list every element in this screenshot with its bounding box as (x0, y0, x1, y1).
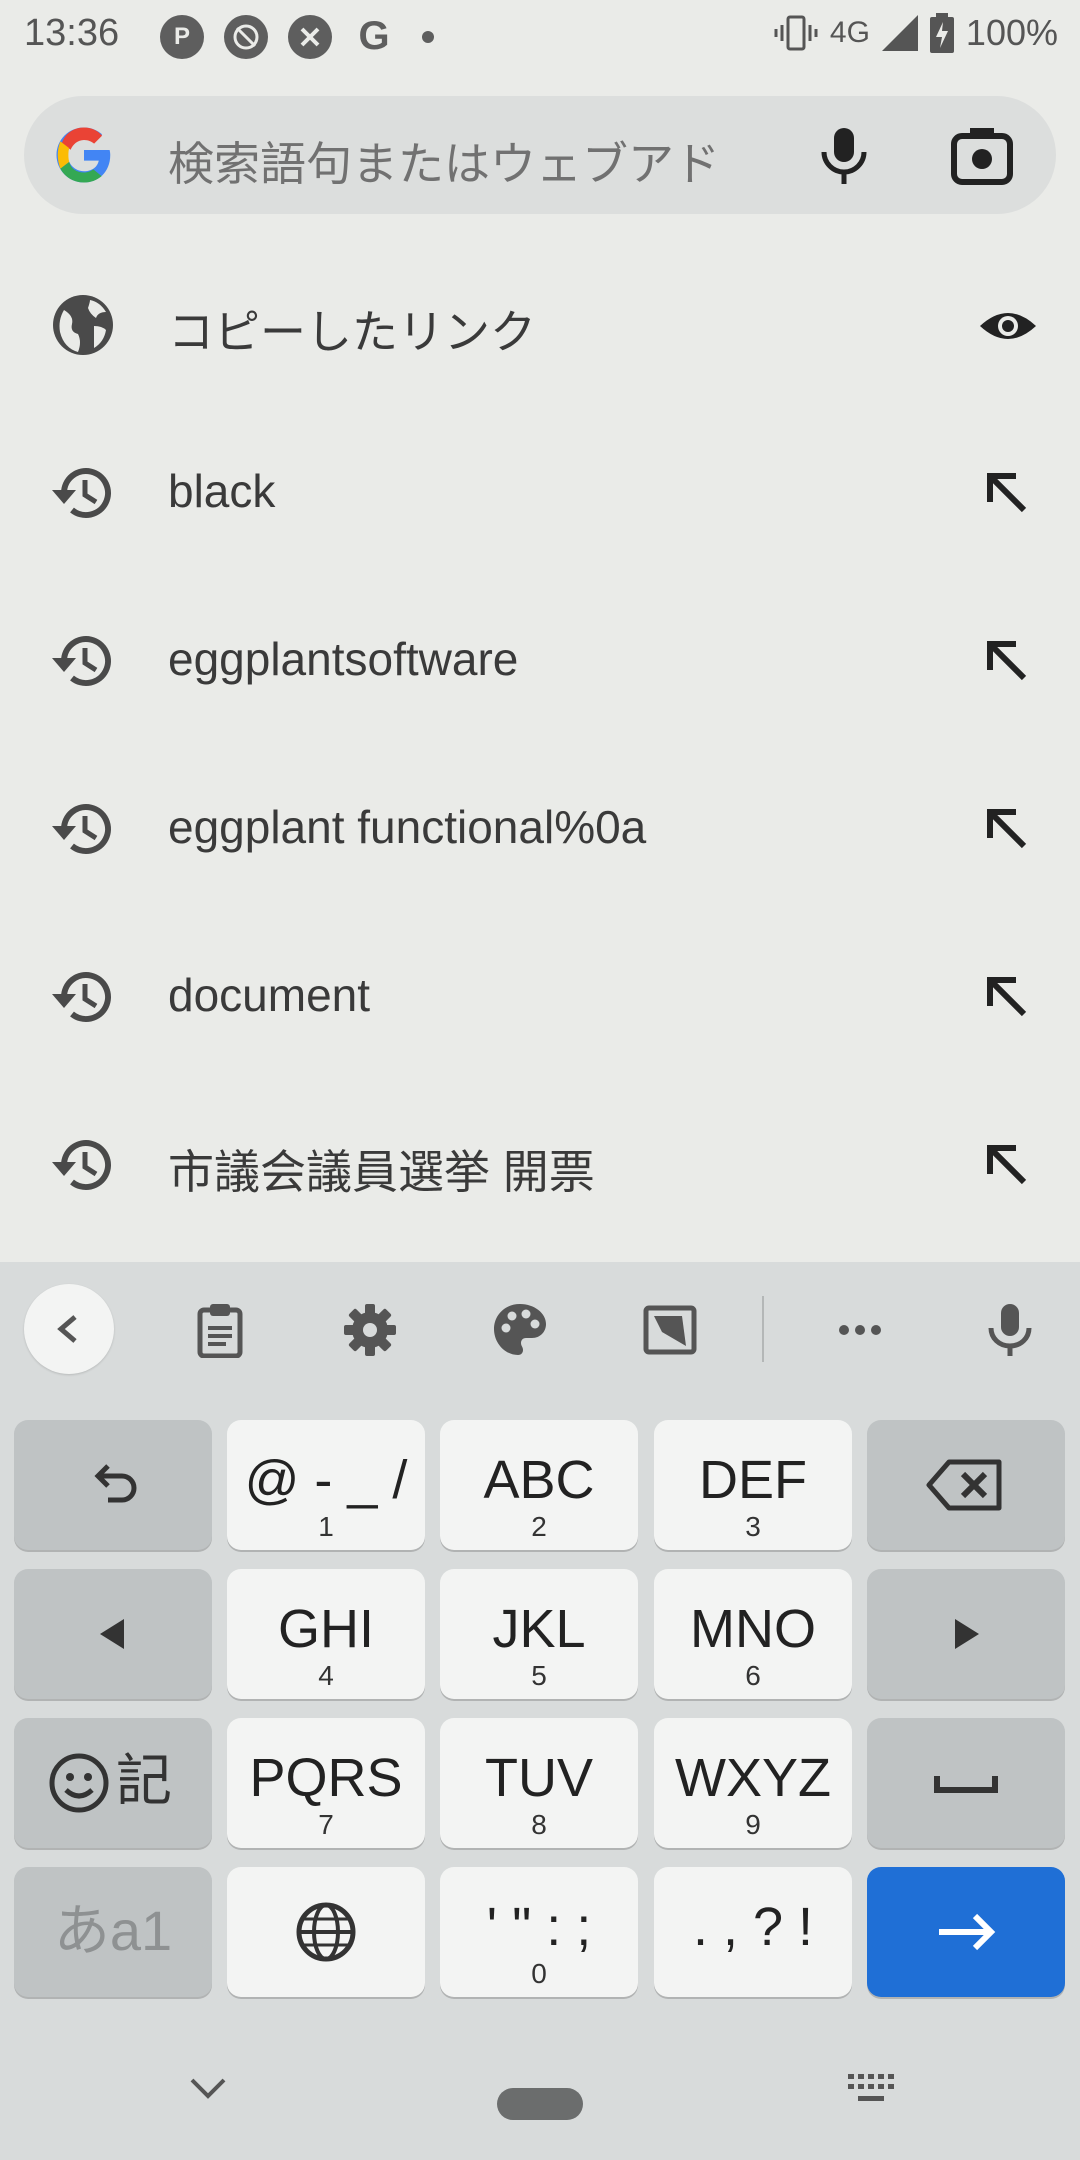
no-location-icon (224, 14, 268, 59)
history-icon (52, 972, 111, 1023)
status-time: 13:36 (24, 12, 120, 54)
undo-icon (94, 1464, 137, 1503)
search-bar[interactable]: 検索語句またはウェブアド (24, 96, 1056, 214)
emoji-icon (49, 1753, 109, 1813)
toolbar-divider (762, 1296, 764, 1362)
vibrate-icon (774, 15, 818, 51)
google-logo-icon (56, 127, 111, 183)
enter-arrow-icon (939, 1913, 996, 1951)
chevron-down-icon[interactable] (186, 2066, 230, 2110)
arrow-up-left-icon[interactable] (978, 632, 1038, 692)
key-6[interactable]: MNO 6 (654, 1569, 852, 1699)
arrow-up-left-icon[interactable] (978, 968, 1038, 1028)
eye-icon[interactable] (974, 296, 1042, 356)
suggestion-item[interactable]: black (0, 408, 1080, 576)
signal-icon (881, 15, 918, 51)
key-0[interactable]: ' " : ; 0 (440, 1867, 638, 1997)
left-arrow-icon (100, 1619, 124, 1649)
history-icon (52, 636, 111, 687)
right-arrow-icon (955, 1619, 979, 1649)
palette-icon[interactable] (492, 1302, 548, 1358)
language-key[interactable] (227, 1867, 425, 1997)
camera-icon[interactable] (950, 126, 1014, 186)
key-5[interactable]: JKL 5 (440, 1569, 638, 1699)
key-4[interactable]: GHI 4 (227, 1569, 425, 1699)
input-mode-key[interactable]: あa1 (14, 1867, 212, 1997)
crop-icon[interactable] (642, 1302, 698, 1358)
suggestion-copied-link[interactable]: コピーしたリンク (0, 240, 1080, 408)
arrow-up-left-icon[interactable] (978, 1136, 1038, 1196)
navigation-bar (0, 2026, 1080, 2160)
suggestion-label: 市議会議員選挙 開票 (168, 1146, 595, 1198)
suggestion-item[interactable]: eggplant functional%0a (0, 744, 1080, 912)
history-icon (52, 1140, 111, 1191)
history-icon (52, 804, 111, 855)
key-3[interactable]: DEF 3 (654, 1420, 852, 1550)
key-9[interactable]: WXYZ 9 (654, 1718, 852, 1848)
input-mode-label: あa1 (53, 1899, 173, 1962)
space-key[interactable] (867, 1718, 1065, 1848)
cursor-right-key[interactable] (867, 1569, 1065, 1699)
home-pill[interactable] (497, 2088, 583, 2120)
status-bar: 13:36 P G 4G 100% (0, 0, 1080, 72)
x-circle-icon (288, 14, 332, 59)
backspace-key[interactable] (867, 1420, 1065, 1550)
history-icon (52, 468, 111, 519)
kigou-label: 記 (116, 1749, 172, 1812)
notification-icons: P G (160, 14, 434, 59)
more-icon[interactable] (832, 1302, 888, 1358)
gear-icon[interactable] (342, 1302, 398, 1358)
suggestion-label: document (168, 969, 371, 1021)
chevron-left-icon[interactable] (24, 1284, 114, 1374)
key-8[interactable]: TUV 8 (440, 1718, 638, 1848)
suggestion-label: コピーしたリンク (168, 306, 536, 358)
key-7[interactable]: PQRS 7 (227, 1718, 425, 1848)
globe-icon (53, 295, 113, 355)
keyboard-icon[interactable] (846, 2070, 896, 2110)
clipboard-icon[interactable] (192, 1302, 248, 1358)
backspace-icon (926, 1459, 1002, 1511)
enter-key[interactable] (867, 1867, 1065, 1997)
mic-icon[interactable] (982, 1302, 1038, 1358)
search-input[interactable]: 検索語句またはウェブアド (168, 128, 768, 194)
battery-icon (929, 13, 954, 53)
pinterest-icon: P (160, 14, 204, 59)
arrow-up-left-icon[interactable] (978, 464, 1038, 524)
suggestion-item[interactable]: eggplantsoftware (0, 576, 1080, 744)
keyboard-toolbar (0, 1262, 1080, 1396)
network-type: 4G (829, 16, 870, 49)
cursor-left-key[interactable] (14, 1569, 212, 1699)
suggestion-label: eggplant functional%0a (168, 801, 647, 853)
suggestion-item[interactable]: 市議会議員選挙 開票 (0, 1080, 1080, 1248)
suggestion-label: black (168, 465, 276, 517)
status-right: 4G 100% (774, 12, 1058, 54)
emoji-key[interactable]: 記 (14, 1718, 212, 1848)
google-icon: G (358, 14, 390, 58)
battery-level: 100% (965, 12, 1058, 53)
suggestion-list: コピーしたリンク black eggplantsoftware eggplant… (0, 240, 1080, 1248)
dot-icon (422, 30, 434, 43)
arrow-up-left-icon[interactable] (978, 800, 1038, 860)
mic-icon[interactable] (812, 124, 876, 188)
key-2[interactable]: ABC 2 (440, 1420, 638, 1550)
undo-key[interactable] (14, 1420, 212, 1550)
suggestion-item[interactable]: document (0, 912, 1080, 1080)
suggestion-label: eggplantsoftware (168, 633, 519, 685)
globe-icon (296, 1902, 356, 1962)
space-icon (934, 1776, 998, 1793)
punctuation-key[interactable]: . , ? ! (654, 1867, 852, 1997)
key-1[interactable]: @ - _ / 1 (227, 1420, 425, 1550)
